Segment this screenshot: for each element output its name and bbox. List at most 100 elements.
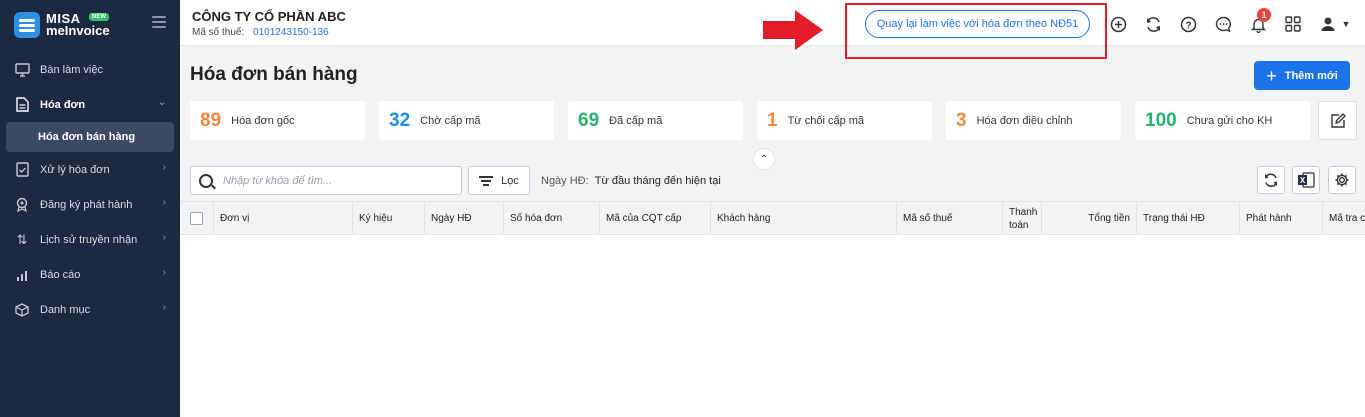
filter-icon — [479, 174, 494, 188]
sidebar-item-label: Báo cáo — [40, 268, 81, 281]
stat-card-hoa-don-goc[interactable]: 89 Hóa đơn gốc — [190, 101, 365, 140]
sidebar-item-xu-ly-hoa-don[interactable]: Xử lý hóa đơn › — [0, 152, 180, 187]
badge-icon — [14, 197, 30, 213]
plus-icon: + — [1266, 65, 1277, 86]
column-header[interactable]: Mã tra c — [1323, 202, 1365, 235]
chat-icon[interactable] — [1214, 15, 1232, 33]
menu-toggle-icon[interactable] — [152, 16, 166, 28]
edit-icon — [1330, 112, 1346, 128]
column-header[interactable]: Phát hành — [1240, 202, 1323, 235]
stat-value: 100 — [1145, 109, 1177, 131]
export-excel-button[interactable]: X — [1292, 166, 1320, 194]
stat-card-da-cap-ma[interactable]: 69 Đã cấp mã — [568, 101, 743, 140]
edit-stats-button[interactable] — [1318, 101, 1357, 140]
add-new-button[interactable]: + Thêm mới — [1254, 61, 1350, 90]
gear-icon — [1335, 173, 1349, 187]
brand-logo[interactable]: MISA meInvoice NEW — [14, 11, 110, 39]
search-input[interactable] — [223, 174, 453, 187]
stat-card-cho-cap-ma[interactable]: 32 Chờ cấp mã — [379, 101, 554, 140]
column-header[interactable]: Mã số thuế — [897, 202, 1003, 235]
filter-button[interactable]: Lọc — [468, 166, 530, 195]
sidebar-item-label: Bàn làm việc — [40, 63, 103, 76]
sidebar-item-lich-su-truyen-nhan[interactable]: ⇅ Lịch sử truyền nhận › — [0, 222, 180, 257]
sync-icon[interactable] — [1144, 15, 1162, 33]
chevron-down-icon: ⌄ — [157, 97, 166, 108]
column-header[interactable]: Trạng thái HĐ — [1137, 202, 1240, 235]
column-header[interactable]: Khách hàng — [711, 202, 897, 235]
sidebar-item-hoa-don-ban-hang[interactable]: Hóa đơn bán hàng — [6, 122, 174, 152]
svg-text:?: ? — [1185, 20, 1191, 31]
select-all-checkbox[interactable] — [190, 212, 203, 225]
refresh-icon — [1265, 173, 1277, 188]
chevron-right-icon: › — [162, 302, 166, 313]
back-to-nd51-button[interactable]: Quay lại làm việc với hóa đơn theo NĐ51 — [865, 10, 1090, 38]
brand-product: meInvoice — [46, 23, 110, 38]
stat-label: Chờ cấp mã — [420, 114, 481, 127]
user-icon[interactable] — [1319, 15, 1337, 33]
tax-code-value: 0101243150-136 — [253, 27, 329, 38]
caret-down-icon[interactable]: ▼ — [1337, 15, 1355, 33]
sidebar-item-bao-cao[interactable]: Báo cáo › — [0, 257, 180, 292]
tax-code-line: Mã số thuế: 0101243150-136 — [192, 27, 329, 38]
add-new-label: Thêm mới — [1284, 69, 1338, 82]
refresh-button[interactable] — [1257, 166, 1285, 194]
add-circle-icon[interactable] — [1109, 15, 1127, 33]
new-badge: NEW — [89, 13, 109, 21]
date-filter[interactable]: Ngày HĐ: Từ đầu tháng đến hiện tại — [541, 175, 721, 187]
chevron-right-icon: › — [162, 232, 166, 243]
stat-label: Hóa đơn gốc — [231, 114, 295, 127]
company-name: CÔNG TY CỔ PHẦN ABC — [192, 9, 346, 24]
invoice-check-icon — [14, 162, 30, 178]
sidebar-item-ban-lam-viec[interactable]: Bàn làm việc — [0, 52, 180, 87]
column-header[interactable]: Ngày HĐ — [425, 202, 504, 235]
stat-card-hoa-don-dieu-chinh[interactable]: 3 Hóa đơn điều chỉnh — [946, 101, 1121, 140]
sidebar-item-label: Đăng ký phát hành — [40, 198, 133, 211]
chevron-right-icon: › — [162, 197, 166, 208]
stat-label: Chưa gửi cho KH — [1186, 114, 1273, 127]
settings-button[interactable] — [1328, 166, 1356, 194]
grid-icon[interactable] — [1284, 15, 1302, 33]
stat-card-tu-choi-cap-ma[interactable]: 1 Từ chối cấp mã — [757, 101, 932, 140]
sidebar-nav: Bàn làm việc Hóa đơn ⌄ Hóa đơn bán hàng … — [0, 52, 180, 327]
select-all-cell — [180, 202, 214, 235]
box-icon — [14, 302, 30, 318]
column-header[interactable]: Tổng tiền — [1042, 202, 1137, 235]
date-filter-label: Ngày HĐ: — [541, 175, 589, 187]
excel-icon: X — [1298, 172, 1315, 188]
sidebar: MISA meInvoice NEW Bàn làm việc Hóa đơn … — [0, 0, 180, 417]
chevron-right-icon: › — [162, 162, 166, 173]
bar-chart-icon — [14, 267, 30, 283]
chevron-right-icon: › — [162, 267, 166, 278]
stat-value: 3 — [956, 109, 967, 131]
search-box — [190, 166, 462, 195]
notification-badge: 1 — [1257, 8, 1271, 22]
top-header: CÔNG TY CỔ PHẦN ABC Mã số thuế: 01012431… — [180, 0, 1365, 59]
help-icon[interactable]: ? — [1179, 15, 1197, 33]
sidebar-item-dang-ky-phat-hanh[interactable]: Đăng ký phát hành › — [0, 187, 180, 222]
sidebar-item-label: Lịch sử truyền nhận — [40, 233, 138, 246]
column-header[interactable]: Ký hiệu — [353, 202, 425, 235]
column-header[interactable]: Số hóa đơn — [504, 202, 600, 235]
stat-value: 69 — [578, 109, 600, 131]
filter-label: Lọc — [501, 174, 519, 187]
invoice-table: Đơn vị Ký hiệu Ngày HĐ Số hóa đơn Mã của… — [180, 201, 1365, 417]
sidebar-item-hoa-don[interactable]: Hóa đơn ⌄ — [0, 87, 180, 122]
search-icon — [199, 173, 213, 188]
column-header[interactable]: Đơn vị — [214, 202, 353, 235]
stat-value: 32 — [389, 109, 411, 131]
document-icon — [14, 97, 30, 113]
stat-card-chua-gui-cho-kh[interactable]: 100 Chưa gửi cho KH — [1135, 101, 1310, 140]
sidebar-item-danh-muc[interactable]: Danh mục › — [0, 292, 180, 327]
sidebar-item-label: Danh mục — [40, 303, 91, 316]
column-header[interactable]: Thanh toán — [1003, 202, 1042, 235]
sidebar-item-label: Hóa đơn bán hàng — [38, 131, 136, 143]
stat-label: Hóa đơn điều chỉnh — [976, 114, 1073, 127]
column-header[interactable]: Mã của CQT cấp — [600, 202, 711, 235]
transfer-icon: ⇅ — [16, 231, 28, 247]
red-arrow-icon — [763, 10, 823, 50]
stat-value: 89 — [200, 109, 222, 131]
table-header: Đơn vị Ký hiệu Ngày HĐ Số hóa đơn Mã của… — [180, 201, 1365, 235]
date-filter-value: Từ đầu tháng đến hiện tại — [594, 175, 721, 187]
chevron-up-icon: ⌃ — [759, 153, 769, 165]
collapse-stats-button[interactable]: ⌃ — [753, 148, 775, 170]
